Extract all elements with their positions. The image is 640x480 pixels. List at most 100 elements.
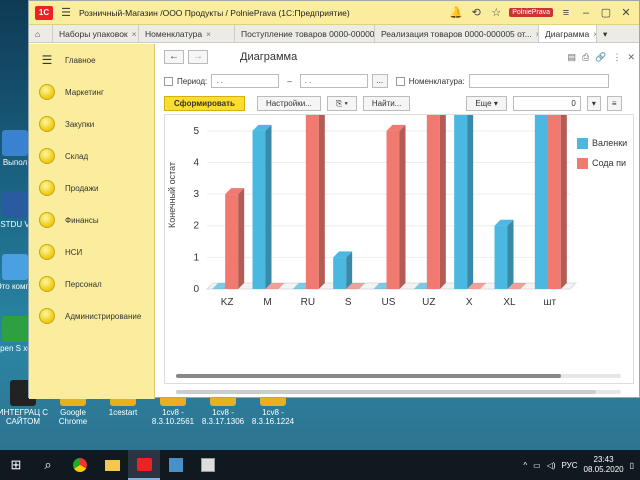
clock[interactable]: 23:43 08.05.2020: [584, 455, 624, 475]
notifications-icon[interactable]: ▯: [630, 461, 634, 470]
x-tick-label: X: [466, 297, 473, 308]
date-to-field[interactable]: . .: [299, 74, 368, 88]
more-label: Еще: [475, 98, 492, 108]
section-icon: [39, 308, 55, 324]
filter-row: Период: . . – . . ... Номенклатура:: [156, 70, 640, 92]
bar-chart: Конечный остат 0 1 2 3 4 5 KZ M RU S US UZ X XL шт: [167, 115, 578, 308]
start-button[interactable]: ⊞: [0, 450, 32, 480]
x-tick-label: M: [263, 297, 271, 308]
sidebar-item-marketing[interactable]: Маркетинг: [29, 76, 154, 108]
sidebar-item-nsi[interactable]: НСИ: [29, 236, 154, 268]
close-icon[interactable]: ✕: [627, 52, 635, 63]
bar-side: [560, 115, 567, 289]
tab-sale[interactable]: Реализация товаров 0000-000005 от...×: [375, 25, 539, 42]
find-button[interactable]: Найти...: [362, 95, 411, 111]
generate-button[interactable]: Сформировать: [164, 95, 245, 111]
explorer-icon[interactable]: [96, 450, 128, 480]
1c-taskbar-icon[interactable]: [128, 450, 160, 480]
desktop-icon-label: Выпол: [2, 158, 28, 167]
tab-bar: ⌂ Наборы упаковок × Номенклатура × Поступл…: [29, 25, 639, 43]
volume-icon[interactable]: ◁): [547, 461, 556, 470]
app-icon[interactable]: [192, 450, 224, 480]
maximize-icon[interactable]: ▢: [599, 6, 613, 19]
app-icon[interactable]: [160, 450, 192, 480]
more-dropdown-button[interactable]: Еще ▾: [466, 95, 507, 111]
close-icon[interactable]: ×: [132, 29, 137, 42]
history-icon[interactable]: ⟲: [469, 6, 483, 19]
y-tick-label: 0: [193, 284, 199, 295]
y-tick-label: 2: [193, 221, 199, 232]
period-checkbox[interactable]: [164, 76, 173, 86]
bar: [225, 194, 239, 289]
language-indicator[interactable]: РУС: [562, 461, 578, 470]
copy-dropdown-button[interactable]: ⎘ ▾: [326, 95, 357, 111]
search-icon[interactable]: ⌕: [32, 450, 64, 480]
sidebar-item-label: Склад: [65, 151, 89, 161]
sidebar-item-personnel[interactable]: Персонал: [29, 268, 154, 300]
number-field[interactable]: 0: [512, 95, 581, 111]
date-from-field[interactable]: . .: [211, 74, 280, 88]
sidebar-item-warehouse[interactable]: Склад: [29, 140, 154, 172]
settings-button[interactable]: Настройки...: [256, 95, 321, 111]
more-options-icon[interactable]: ≡: [606, 95, 622, 111]
scrollbar-thumb[interactable]: [176, 374, 561, 378]
home-icon: ⌂: [35, 29, 41, 39]
app-icon: [2, 130, 28, 156]
nomenclature-checkbox[interactable]: [395, 76, 405, 86]
print-icon[interactable]: ⎙: [582, 52, 589, 63]
number-dropdown-icon[interactable]: ▾: [586, 95, 601, 111]
menu-icon[interactable]: ☰: [59, 6, 73, 19]
sidebar-item-sales[interactable]: Продажи: [29, 172, 154, 204]
star-icon[interactable]: ☆: [489, 6, 503, 19]
close-icon[interactable]: ×: [206, 29, 211, 42]
legend-swatch: [577, 137, 588, 149]
back-button[interactable]: ←: [164, 50, 184, 64]
bar-side: [507, 219, 514, 289]
sidebar-item-finance[interactable]: Финансы: [29, 204, 154, 236]
horizontal-scrollbar[interactable]: [176, 390, 621, 394]
tab-packaging[interactable]: Наборы упаковок ×: [53, 25, 139, 42]
network-icon[interactable]: ▭: [533, 461, 541, 470]
period-select-button[interactable]: ...: [371, 74, 388, 88]
home-tab[interactable]: ⌂: [29, 25, 53, 42]
chart-legend: Валенки Сода пи: [577, 133, 627, 173]
clock-date: 08.05.2020: [583, 465, 624, 474]
settings-icon[interactable]: ≡: [559, 7, 573, 19]
more-icon[interactable]: ⋮: [612, 52, 621, 63]
section-icon: [39, 180, 55, 196]
scrollbar-thumb[interactable]: [176, 390, 596, 394]
forward-button[interactable]: →: [188, 50, 208, 64]
minimize-icon[interactable]: –: [579, 7, 593, 19]
chevron-up-icon[interactable]: ^: [523, 461, 527, 470]
link-icon[interactable]: 🔗: [595, 52, 606, 63]
sidebar-item-purchases[interactable]: Закупки: [29, 108, 154, 140]
close-icon[interactable]: ✕: [619, 6, 633, 19]
save-icon[interactable]: ▤: [568, 52, 577, 63]
nomenclature-field[interactable]: [468, 74, 609, 88]
sidebar-item-main[interactable]: ☰ Главное: [29, 44, 154, 76]
desktop-icon-label: Google Chrome: [58, 408, 88, 426]
horizontal-scrollbar[interactable]: [176, 374, 621, 378]
tab-chart[interactable]: Диаграмма×: [539, 25, 597, 42]
user-badge[interactable]: PolniePrava: [509, 8, 553, 17]
sidebar-item-label: Администрирование: [65, 311, 142, 321]
bar-side: [238, 188, 245, 289]
bar-side: [318, 115, 325, 289]
legend-label: Сода пи: [592, 158, 626, 168]
tabs-more-icon[interactable]: ▾: [597, 25, 617, 42]
tab-nomenclature[interactable]: Номенклатура ×: [139, 25, 235, 42]
chrome-icon[interactable]: [64, 450, 96, 480]
x-tick-label: UZ: [422, 297, 435, 308]
system-tray: ^ ▭ ◁) РУС 23:43 08.05.2020 ▯: [523, 455, 640, 475]
x-tick-label: XL: [503, 297, 516, 308]
tab-receipt[interactable]: Поступление товаров 0000-000002 о...×: [235, 25, 375, 42]
sidebar: ☰ Главное Маркетинг Закупки Склад Продаж…: [29, 44, 155, 399]
bar: [386, 130, 400, 289]
sidebar-item-admin[interactable]: Администрирование: [29, 300, 154, 332]
taskbar: ⊞ ⌕ ^ ▭ ◁) РУС 23:43 08.05.2020 ▯: [0, 450, 640, 480]
tab-label: Реализация товаров 0000-000005 от...: [381, 29, 532, 39]
sidebar-item-label: НСИ: [65, 247, 83, 257]
y-tick-label: 3: [193, 189, 199, 200]
bell-icon[interactable]: 🔔: [449, 6, 463, 19]
tab-label: Диаграмма: [545, 29, 590, 39]
